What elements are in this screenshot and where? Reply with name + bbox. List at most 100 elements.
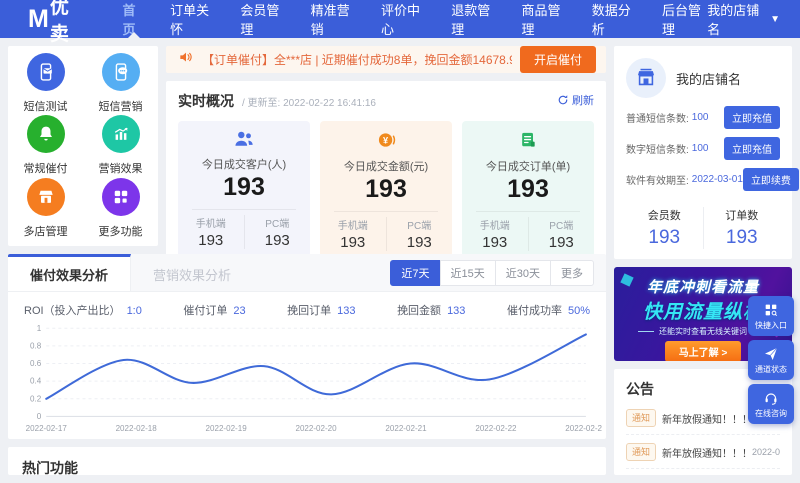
- shortcut-marketing-effect[interactable]: 营销效果: [83, 115, 158, 178]
- svg-text:2022-02-22: 2022-02-22: [475, 424, 517, 433]
- svg-text:0.2: 0.2: [30, 394, 42, 403]
- shortcut-label: 多店管理: [23, 226, 68, 239]
- quick-entry-button[interactable]: 快捷入口: [748, 296, 794, 336]
- nav-item-refunds[interactable]: 退款管理: [451, 0, 496, 38]
- top-row: 短信测试 短信营销 常规催付 营销效果 多店管理 更多功能 【订单催付】全***…: [8, 46, 606, 265]
- order-doc-icon: [522, 132, 535, 147]
- bell-icon: [26, 115, 65, 154]
- chart-icon: [101, 115, 140, 154]
- mobile-value: 193: [482, 234, 508, 251]
- top-navbar: M 优卖 首页 订单关怀 会员管理 精准营销 评价中心 退款管理 商品管理 数据…: [0, 0, 800, 45]
- pc-value: 193: [264, 232, 290, 249]
- shortcut-sms-test[interactable]: 短信测试: [8, 52, 83, 115]
- range-15d-button[interactable]: 近15天: [439, 259, 496, 286]
- mobile-label: 手机端: [479, 221, 510, 232]
- mobile-label: 手机端: [195, 219, 226, 230]
- mobile-label: 手机端: [337, 221, 368, 232]
- svg-text:1: 1: [37, 324, 42, 333]
- promo-learn-more-button[interactable]: 马上了解 >: [664, 341, 742, 361]
- analysis-panel: 催付效果分析 营销效果分析 近7天 近15天 近30天 更多 ROI（投入产出比…: [8, 254, 606, 439]
- logo-m-icon: M: [28, 4, 49, 33]
- hot-features-panel: 热门功能: [8, 447, 606, 475]
- realtime-title: 实时概况: [178, 93, 234, 109]
- shortcut-panel: 短信测试 短信营销 常规催付 营销效果 多店管理 更多功能: [8, 46, 158, 246]
- pc-value: 193: [548, 234, 574, 251]
- shortcut-sms-marketing[interactable]: 短信营销: [83, 52, 158, 115]
- account-name: 我的店铺名: [707, 3, 760, 37]
- yen-coin-icon: ¥: [378, 133, 396, 147]
- metric-recovered-orders: 挽回订单 133: [287, 305, 356, 317]
- stat-card-orders: 今日成交订单(单) 193 手机端 193 PC端 193: [462, 121, 594, 257]
- recharge-normal-sms-button[interactable]: 立即充值: [724, 106, 780, 129]
- nav-item-marketing[interactable]: 精准营销: [311, 0, 356, 38]
- storefront-icon: [637, 68, 655, 86]
- main-top: 【订单催付】全***店 | 近期催付成功8单，挽回金额14678.94元，催付成…: [166, 46, 606, 265]
- notice-badge: 通知: [626, 409, 657, 427]
- main-nav: 首页 订单关怀 会员管理 精准营销 评价中心 退款管理 商品管理 数据分析 后台…: [123, 0, 708, 38]
- renew-button[interactable]: 立即续费: [742, 168, 799, 191]
- svg-text:2022-02-21: 2022-02-21: [385, 424, 427, 433]
- enable-reminder-button[interactable]: 开启催付: [519, 46, 596, 73]
- chevron-down-icon: ▼: [770, 13, 781, 25]
- refresh-button[interactable]: 刷新: [557, 92, 594, 108]
- nav-item-home[interactable]: 首页: [123, 0, 146, 38]
- mobile-value: 193: [340, 234, 366, 251]
- announcement-row[interactable]: 新功能 自动化营销功能上线 2022-01-25: [626, 469, 780, 475]
- nav-item-products[interactable]: 商品管理: [521, 0, 566, 38]
- range-30d-button[interactable]: 近30天: [494, 259, 551, 286]
- metrics-row: ROI（投入产出比） 1:0 催付订单 23 挽回订单 133 挽回金额 133 催付成…: [8, 292, 606, 320]
- shop-avatar: [626, 58, 666, 98]
- pc-label: PC端: [265, 219, 290, 230]
- tab-reminder-effect[interactable]: 催付效果分析: [8, 254, 132, 291]
- shortcut-label: 营销效果: [98, 163, 143, 176]
- shortcut-regular-reminder[interactable]: 常规催付: [8, 115, 83, 178]
- realtime-updated-at: / 更新至: 2022-02-22 16:41:16: [242, 98, 376, 109]
- paper-plane-icon: [765, 347, 778, 360]
- svg-text:2022-02-19: 2022-02-19: [206, 424, 248, 433]
- nav-item-analytics[interactable]: 数据分析: [592, 0, 637, 38]
- range-more-button[interactable]: 更多: [550, 259, 594, 286]
- svg-text:0: 0: [37, 412, 42, 421]
- grid-icon: [101, 178, 140, 217]
- svg-text:0.8: 0.8: [30, 341, 42, 350]
- stat-value: 193: [223, 173, 265, 201]
- range-selector: 近7天 近15天 近30天 更多: [390, 259, 594, 286]
- nav-item-reviews[interactable]: 评价中心: [381, 0, 426, 38]
- stat-label: 今日成交金额(元): [343, 161, 429, 173]
- shop-row-digital-sms: 数字短信条数: 100 立即充值: [626, 137, 780, 160]
- apps-search-icon: [765, 304, 778, 316]
- speaker-icon: [178, 49, 194, 70]
- shop-row-expiry: 软件有效期至: 2022-03-01 立即续费: [626, 168, 799, 191]
- metric-recovered-amount: 挽回金额 133: [397, 305, 466, 317]
- announcement-row[interactable]: 通知 新年放假通知！！！ 2022-0: [626, 435, 780, 469]
- stat-card-amount: ¥ 今日成交金额(元) 193 手机端 193 PC端 193: [320, 121, 452, 257]
- tab-marketing-effect[interactable]: 营销效果分析: [131, 254, 253, 291]
- trend-chart-area: 0 0.2 0.4 0.6 0.8 1 2022-02-17 2022-02-18 2022-0…: [8, 320, 606, 439]
- realtime-overview-panel: 实时概况 / 更新至: 2022-02-22 16:41:16 刷新 今日成交客…: [166, 81, 606, 265]
- shortcut-more-features[interactable]: 更多功能: [83, 177, 158, 240]
- sms-marketing-icon: [101, 52, 140, 91]
- stat-value: 193: [507, 175, 549, 203]
- pc-label: PC端: [407, 221, 432, 232]
- shortcut-multi-store[interactable]: 多店管理: [8, 177, 83, 240]
- nav-item-members[interactable]: 会员管理: [240, 0, 285, 38]
- page-body: 短信测试 短信营销 常规催付 营销效果 多店管理 更多功能 【订单催付】全***…: [0, 38, 800, 483]
- stat-label: 今日成交客户(人): [201, 159, 287, 171]
- online-support-button[interactable]: 在线咨询: [748, 384, 794, 424]
- shortcut-label: 更多功能: [98, 226, 143, 239]
- channel-status-button[interactable]: 通道状态: [748, 340, 794, 380]
- svg-text:2022-02-23: 2022-02-23: [565, 424, 602, 433]
- range-7d-button[interactable]: 近7天: [390, 259, 441, 286]
- shortcut-label: 短信测试: [23, 100, 68, 113]
- recharge-digital-sms-button[interactable]: 立即充值: [724, 137, 780, 160]
- promo-line1: 年底冲刺看流量: [646, 279, 759, 296]
- svg-text:2022-02-17: 2022-02-17: [26, 424, 68, 433]
- nav-item-admin[interactable]: 后台管理: [662, 0, 707, 38]
- svg-text:2022-02-18: 2022-02-18: [116, 424, 158, 433]
- svg-text:0.4: 0.4: [30, 377, 42, 386]
- metric-reminder-orders: 催付订单 23: [183, 305, 246, 317]
- nav-item-order-care[interactable]: 订单关怀: [170, 0, 215, 38]
- orders-count: 订单数 193: [725, 210, 759, 248]
- account-menu[interactable]: 我的店铺名 ▼: [707, 0, 780, 38]
- floating-toolbar: 快捷入口 通道状态 在线咨询: [748, 296, 794, 424]
